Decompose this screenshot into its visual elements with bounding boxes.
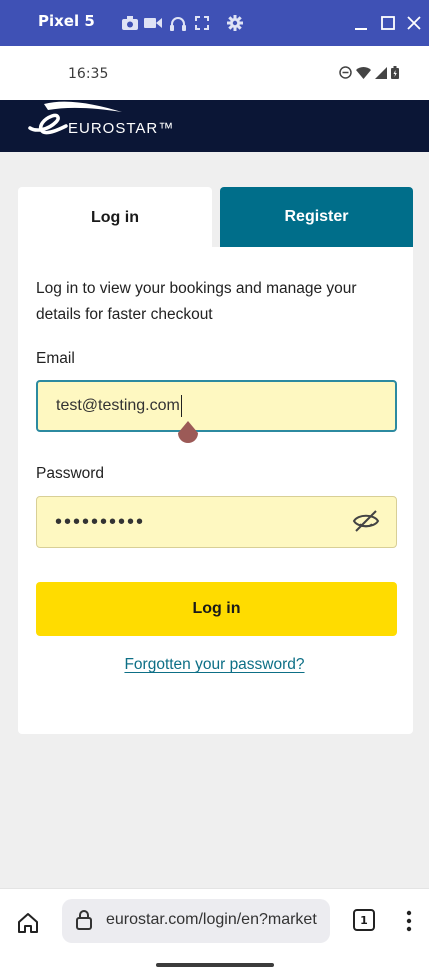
site-header: EUROSTAR™ [0, 100, 429, 152]
status-time: 16:35 [68, 66, 109, 82]
more-menu-icon[interactable] [404, 909, 414, 933]
hide-password-icon[interactable] [352, 508, 380, 534]
text-caret [180, 395, 183, 417]
camera-icon[interactable] [121, 14, 139, 32]
password-value: •••••••••• [55, 510, 146, 533]
status-icons [339, 66, 399, 84]
do-not-disturb-icon [339, 66, 352, 84]
video-icon[interactable] [144, 14, 162, 32]
emulator-title-bar: Pixel 5 [0, 0, 429, 46]
text-selection-handle-icon[interactable] [176, 421, 200, 445]
intro-text: Log in to view your bookings and manage … [36, 280, 357, 323]
settings-icon[interactable] [226, 14, 244, 32]
url-text: eurostar.com/login/en?market [106, 911, 317, 928]
forgot-password-link[interactable]: Forgotten your password? [0, 656, 429, 674]
password-input[interactable]: •••••••••• [36, 496, 397, 548]
minimize-icon[interactable] [352, 14, 370, 32]
tab-register[interactable]: Register [220, 187, 413, 247]
email-label: Email [36, 350, 75, 367]
address-bar[interactable]: eurostar.com/login/en?market [62, 899, 330, 943]
signal-icon [375, 66, 387, 84]
password-label: Password [36, 465, 105, 482]
battery-icon [391, 66, 399, 84]
device-name: Pixel 5 [38, 12, 95, 30]
lock-icon [76, 910, 92, 930]
logo-wordmark: EUROSTAR™ [68, 120, 175, 137]
wifi-icon [356, 66, 371, 84]
maximize-icon[interactable] [379, 14, 397, 32]
email-input[interactable]: test@testing.com [36, 380, 397, 432]
browser-toolbar: eurostar.com/login/en?market 1 [0, 888, 429, 974]
login-submit-button[interactable]: Log in [36, 582, 397, 636]
headphones-icon[interactable] [169, 14, 187, 32]
home-icon[interactable] [16, 911, 40, 935]
close-icon[interactable] [405, 14, 423, 32]
fullscreen-icon[interactable] [193, 14, 211, 32]
status-bar: 16:35 [0, 46, 429, 100]
tab-switcher-button[interactable]: 1 [353, 909, 375, 931]
tab-login[interactable]: Log in [18, 187, 212, 249]
gesture-bar[interactable] [156, 963, 274, 967]
email-value: test@testing.com [56, 397, 180, 414]
